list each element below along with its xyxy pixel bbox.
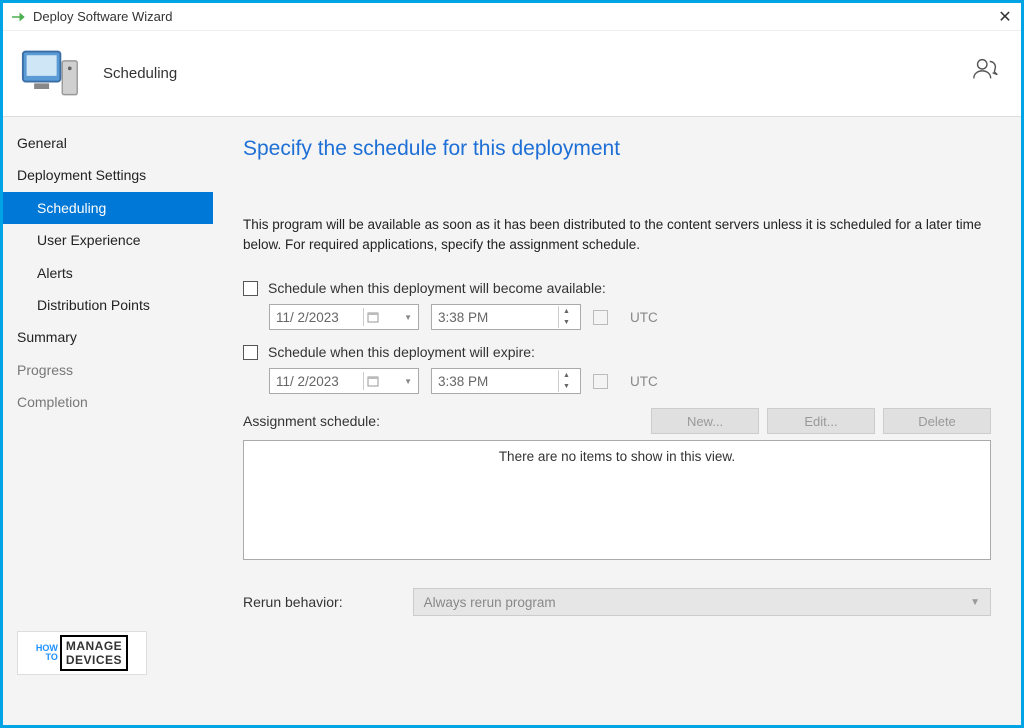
edit-button[interactable]: Edit... <box>767 408 875 434</box>
content-heading: Specify the schedule for this deployment <box>243 137 991 161</box>
assignment-label: Assignment schedule: <box>243 413 643 429</box>
time-spinner[interactable]: ▲▼ <box>558 370 574 392</box>
calendar-icon[interactable] <box>363 308 381 326</box>
available-date-input[interactable]: 11/ 2/2023 ▼ <box>269 304 419 330</box>
wm-to: TO <box>36 653 58 662</box>
available-row: Schedule when this deployment will becom… <box>243 280 991 296</box>
expire-date-input[interactable]: 11/ 2/2023 ▼ <box>269 368 419 394</box>
assignment-listbox[interactable]: There are no items to show in this view. <box>243 440 991 560</box>
rerun-dropdown[interactable]: Always rerun program ▼ <box>413 588 991 616</box>
page-title: Scheduling <box>103 65 177 82</box>
available-label: Schedule when this deployment will becom… <box>268 280 606 296</box>
chevron-down-icon[interactable]: ▼ <box>404 313 412 322</box>
assignment-row: Assignment schedule: New... Edit... Dele… <box>243 408 991 434</box>
window-title: Deploy Software Wizard <box>33 9 995 24</box>
available-checkbox[interactable] <box>243 281 258 296</box>
expire-row: Schedule when this deployment will expir… <box>243 344 991 360</box>
time-spinner[interactable]: ▲▼ <box>558 306 574 328</box>
expire-utc-checkbox <box>593 374 608 389</box>
nav-scheduling[interactable]: Scheduling <box>3 192 213 224</box>
sidebar: General Deployment Settings Scheduling U… <box>3 117 213 725</box>
deploy-arrow-icon <box>9 8 27 26</box>
available-datetime-row: 11/ 2/2023 ▼ 3:38 PM ▲▼ UTC <box>269 304 991 330</box>
close-icon[interactable]: ✕ <box>995 7 1015 27</box>
expire-time-input[interactable]: 3:38 PM ▲▼ <box>431 368 581 394</box>
available-time-input[interactable]: 3:38 PM ▲▼ <box>431 304 581 330</box>
nav-user-experience[interactable]: User Experience <box>3 224 213 256</box>
new-button[interactable]: New... <box>651 408 759 434</box>
expire-label: Schedule when this deployment will expir… <box>268 344 535 360</box>
wm-devices: DEVICES <box>66 653 122 667</box>
nav-deployment-settings[interactable]: Deployment Settings <box>3 159 213 191</box>
intro-text: This program will be available as soon a… <box>243 215 991 254</box>
nav-distribution-points[interactable]: Distribution Points <box>3 289 213 321</box>
nav-summary[interactable]: Summary <box>3 321 213 353</box>
rerun-value: Always rerun program <box>424 595 556 610</box>
chevron-down-icon: ▼ <box>970 597 980 608</box>
nav-general[interactable]: General <box>3 127 213 159</box>
chevron-down-icon[interactable]: ▼ <box>404 377 412 386</box>
expire-utc-label: UTC <box>630 374 658 389</box>
nav-progress[interactable]: Progress <box>3 354 213 386</box>
rerun-label: Rerun behavior: <box>243 594 343 610</box>
available-time-value: 3:38 PM <box>438 310 488 325</box>
available-date-value: 11/ 2/2023 <box>276 310 339 325</box>
computer-icon <box>21 46 81 102</box>
wizard-header: Scheduling <box>3 31 1021 117</box>
available-utc-label: UTC <box>630 310 658 325</box>
nav-alerts[interactable]: Alerts <box>3 257 213 289</box>
expire-time-value: 3:38 PM <box>438 374 488 389</box>
expire-checkbox[interactable] <box>243 345 258 360</box>
content-pane: Specify the schedule for this deployment… <box>213 117 1021 725</box>
titlebar: Deploy Software Wizard ✕ <box>3 3 1021 31</box>
wm-manage: MANAGE <box>66 639 122 653</box>
expire-date-value: 11/ 2/2023 <box>276 374 339 389</box>
empty-list-text: There are no items to show in this view. <box>499 449 735 559</box>
calendar-icon[interactable] <box>363 372 381 390</box>
rerun-row: Rerun behavior: Always rerun program ▼ <box>243 588 991 616</box>
available-utc-checkbox <box>593 310 608 325</box>
expire-datetime-row: 11/ 2/2023 ▼ 3:38 PM ▲▼ UTC <box>269 368 991 394</box>
user-support-icon[interactable] <box>971 55 1001 83</box>
wizard-body: General Deployment Settings Scheduling U… <box>3 117 1021 725</box>
delete-button[interactable]: Delete <box>883 408 991 434</box>
nav-completion[interactable]: Completion <box>3 386 213 418</box>
watermark-logo: HOW TO MANAGE DEVICES <box>17 631 147 675</box>
